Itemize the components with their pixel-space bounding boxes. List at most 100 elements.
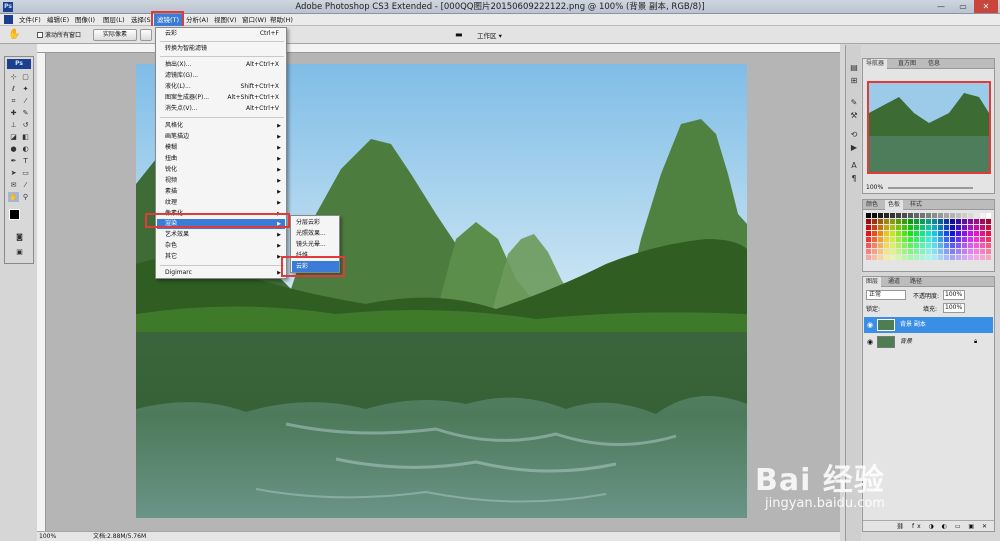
color-swatch[interactable] (920, 237, 925, 242)
crop-tool-icon[interactable]: ⌗ (8, 96, 19, 106)
color-swatch[interactable] (884, 219, 889, 224)
color-swatch[interactable] (926, 213, 931, 218)
character-dock-icon[interactable]: A (848, 160, 860, 172)
color-swatch[interactable] (878, 231, 883, 236)
swatch-grid[interactable] (866, 213, 992, 261)
navigator-thumbnail[interactable] (867, 81, 991, 174)
maximize-button[interactable]: ▭ (952, 0, 974, 13)
eyedropper-icon[interactable]: ⁄ (20, 180, 31, 190)
fit-screen-button[interactable] (140, 29, 152, 41)
color-swatch[interactable] (938, 219, 943, 224)
menu-analysis[interactable]: 分析(A) (183, 14, 212, 26)
dodge-tool-icon[interactable]: ◐ (20, 144, 31, 154)
workspace-menu[interactable]: 工作区 ▾ (477, 30, 502, 40)
menu-item-other[interactable]: 其它 ▶ (157, 252, 285, 262)
color-swatch[interactable] (878, 249, 883, 254)
color-swatch[interactable] (986, 237, 991, 242)
color-swatch[interactable] (944, 249, 949, 254)
close-button[interactable]: ✕ (974, 0, 998, 13)
color-swatch[interactable] (980, 213, 985, 218)
color-swatch[interactable] (902, 225, 907, 230)
color-swatch[interactable] (980, 231, 985, 236)
color-swatch[interactable] (950, 249, 955, 254)
tab-channels[interactable]: 通道 (885, 277, 903, 287)
paragraph-dock-icon[interactable]: ¶ (848, 173, 860, 185)
color-swatch[interactable] (872, 255, 877, 260)
menu-item-liquify[interactable]: 液化(L)... Shift+Ctrl+X (157, 82, 285, 92)
menu-item-render[interactable]: 渲染 ▶ (157, 219, 285, 229)
color-swatch[interactable] (908, 219, 913, 224)
menu-select[interactable]: 选择(S) (128, 14, 156, 26)
color-swatch[interactable] (866, 237, 871, 242)
color-swatch[interactable] (932, 231, 937, 236)
color-swatch[interactable] (914, 231, 919, 236)
type-tool-icon[interactable]: T (20, 156, 31, 166)
color-swatch[interactable] (866, 225, 871, 230)
color-swatch[interactable] (926, 255, 931, 260)
color-swatch[interactable] (866, 243, 871, 248)
color-swatch[interactable] (914, 225, 919, 230)
color-swatch[interactable] (956, 213, 961, 218)
color-swatch[interactable] (908, 249, 913, 254)
blur-tool-icon[interactable]: ● (8, 144, 19, 154)
color-swatch[interactable] (956, 249, 961, 254)
hand-tool-icon[interactable]: ✋ (8, 192, 19, 202)
healing-tool-icon[interactable]: ✚ (8, 108, 19, 118)
menu-item-video[interactable]: 视频 ▶ (157, 176, 285, 186)
menu-item-smart-filter[interactable]: 转换为智能滤镜 (157, 44, 285, 54)
tools-dock-icon[interactable]: ⚒ (848, 110, 860, 122)
submenu-item-clouds[interactable]: 云彩 (292, 261, 339, 272)
color-swatch[interactable] (866, 255, 871, 260)
color-swatch[interactable] (962, 243, 967, 248)
color-swatch[interactable] (908, 243, 913, 248)
menu-item-distort[interactable]: 扭曲 ▶ (157, 154, 285, 164)
color-swatch[interactable] (926, 231, 931, 236)
color-swatch[interactable] (986, 243, 991, 248)
submenu-item-lens-flare[interactable]: 镜头光晕... (292, 239, 339, 250)
color-swatch[interactable] (980, 249, 985, 254)
tab-navigator[interactable]: 导航器 (863, 59, 888, 69)
tab-color[interactable]: 颜色 (863, 200, 881, 210)
zoom-tool-icon[interactable]: ⚲ (20, 192, 31, 202)
scroll-all-checkbox[interactable] (37, 32, 43, 38)
color-swatch[interactable] (926, 249, 931, 254)
menu-item-filter-gallery[interactable]: 滤镜库(G)... (157, 71, 285, 81)
color-swatch[interactable] (968, 243, 973, 248)
color-swatch[interactable] (920, 249, 925, 254)
stamp-tool-icon[interactable]: ⊥ (8, 120, 19, 130)
color-swatch[interactable] (938, 231, 943, 236)
color-swatch[interactable] (968, 225, 973, 230)
color-swatch[interactable] (908, 213, 913, 218)
history-brush-icon[interactable]: ↺ (20, 120, 31, 130)
tab-info[interactable]: 信息 (925, 59, 943, 69)
menu-item-noise[interactable]: 杂色 ▶ (157, 241, 285, 251)
color-swatch[interactable] (956, 219, 961, 224)
color-swatch[interactable] (962, 237, 967, 242)
color-swatch[interactable] (872, 243, 877, 248)
color-swatch[interactable] (938, 243, 943, 248)
color-swatch[interactable] (980, 225, 985, 230)
tab-layers[interactable]: 图层 (863, 277, 882, 287)
color-swatch[interactable] (980, 255, 985, 260)
color-swatch[interactable] (974, 213, 979, 218)
navigator-dock-icon[interactable]: ▤ (848, 62, 860, 74)
color-swatch[interactable] (932, 249, 937, 254)
shape-tool-icon[interactable]: ▭ (20, 168, 31, 178)
color-swatch[interactable] (956, 231, 961, 236)
color-swatch[interactable] (968, 255, 973, 260)
color-swatch[interactable] (950, 231, 955, 236)
color-swatch[interactable] (908, 231, 913, 236)
color-swatch[interactable] (986, 249, 991, 254)
submenu-item-fibers[interactable]: 纤维 (292, 250, 339, 261)
color-swatch[interactable] (926, 219, 931, 224)
color-swatch[interactable] (896, 249, 901, 254)
color-swatch[interactable] (902, 231, 907, 236)
color-swatch[interactable] (890, 213, 895, 218)
opacity-input[interactable]: 100% (943, 290, 965, 300)
submenu-item-difference-clouds[interactable]: 分层云彩 (292, 217, 339, 228)
color-swatch[interactable] (938, 237, 943, 242)
zoom-slider[interactable] (888, 187, 973, 189)
color-swatch[interactable] (962, 231, 967, 236)
foreground-color-swatch[interactable] (9, 209, 20, 220)
actual-pixels-button[interactable]: 实际像素 (93, 29, 137, 41)
